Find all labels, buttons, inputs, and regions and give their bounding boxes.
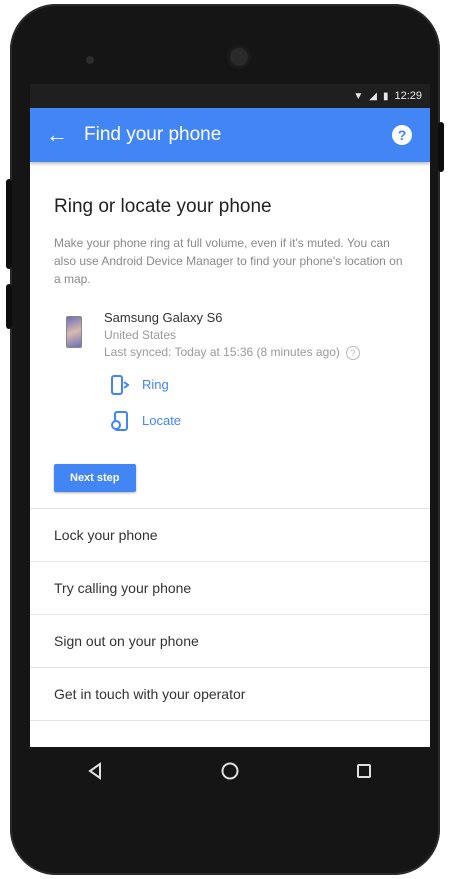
info-icon[interactable]: ? [345,345,360,360]
device-card: Samsung Galaxy S6 United States Last syn… [54,310,406,360]
phone-thumbnail [66,316,82,348]
page-title: Find your phone [84,124,222,145]
power-button [438,122,444,172]
section-description: Make your phone ring at full volume, eve… [54,236,403,286]
screen: ▼ ◢ ▮ 12:29 ← Find your phone ? Ring or … [30,84,430,747]
status-bar: ▼ ◢ ▮ 12:29 [30,84,430,108]
list-item-contact-operator[interactable]: Get in touch with your operator [30,668,430,721]
ring-phone-icon [111,374,130,395]
locate-label: Locate [142,413,182,429]
last-synced-text: Last synced: Today at 15:36 (8 minutes a… [104,345,340,359]
volume-button [6,179,12,269]
list-item-call-phone[interactable]: Try calling your phone [30,562,430,615]
locate-phone-icon [111,410,128,431]
home-circle-icon[interactable] [220,761,240,781]
device-sync: Last synced: Today at 15:36 (8 minutes a… [104,345,360,360]
status-time: 12:29 [394,90,422,102]
help-icon[interactable]: ? [392,125,412,145]
back-triangle-icon[interactable] [87,762,105,780]
section-title: Ring or locate your phone [54,196,272,217]
next-step-button[interactable]: Next step [54,463,136,492]
ring-action[interactable]: Ring [110,374,406,396]
front-camera [230,48,248,66]
battery-icon: ▮ [382,90,389,102]
ring-label: Ring [142,377,169,393]
list-item-sign-out[interactable]: Sign out on your phone [30,615,430,668]
device-name: Samsung Galaxy S6 [104,310,223,325]
navigation-bar [30,747,430,795]
phone-frame: ▼ ◢ ▮ 12:29 ← Find your phone ? Ring or … [6,4,444,875]
wifi-icon: ▼ [353,90,364,102]
locate-action[interactable]: Locate [110,410,406,432]
device-country: United States [104,328,177,342]
list-item-lock-phone[interactable]: Lock your phone [30,509,430,562]
arrow-back-icon[interactable]: ← [30,122,84,148]
device-info: Samsung Galaxy S6 United States Last syn… [104,310,360,360]
signal-icon: ◢ [369,90,377,102]
main-content: Ring or locate your phone Make your phon… [30,196,430,492]
options-list: Lock your phone Try calling your phone S… [30,507,430,721]
recents-square-icon[interactable] [355,762,373,780]
side-button [6,284,12,329]
sensor-dot [86,56,94,64]
app-bar: ← Find your phone ? [30,108,430,162]
